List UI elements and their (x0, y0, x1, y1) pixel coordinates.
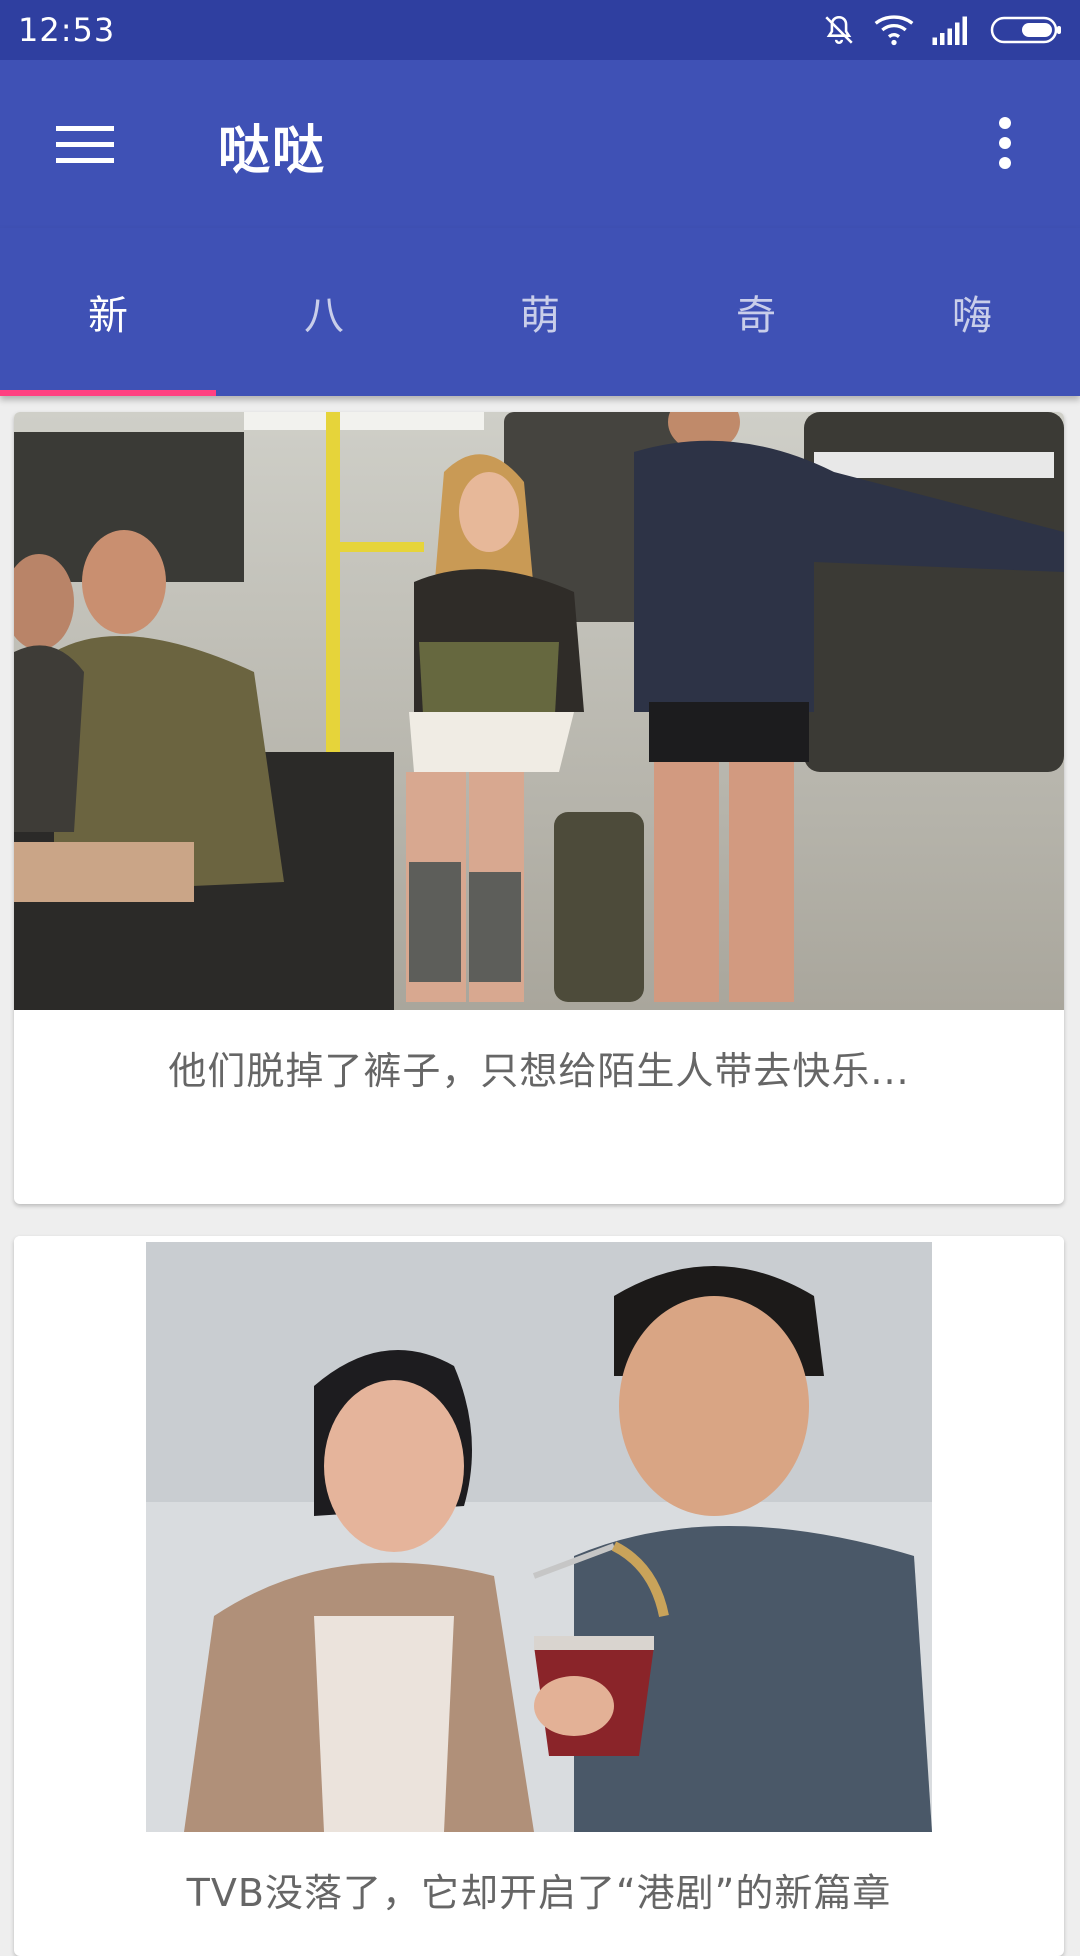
article-caption[interactable]: 他们脱掉了裤子，只想给陌生人带去快乐... (14, 1040, 1064, 1095)
tab-label: 萌 (520, 293, 560, 339)
mute-bell-icon (825, 15, 853, 44)
tab-label: 奇 (736, 293, 776, 339)
article-image-subway (14, 412, 1064, 1010)
app-title: 哒哒 (218, 121, 327, 181)
menu-button[interactable] (40, 110, 130, 180)
feed-card[interactable]: 他们脱掉了裤子，只想给陌生人带去快乐... (14, 412, 1064, 1204)
tab-odd[interactable]: 奇 (648, 228, 864, 396)
app-bar: 哒哒 (0, 60, 1080, 228)
status-bar: 12:53 (0, 0, 1080, 60)
feed-card[interactable]: TVB没落了，它却开启了“港剧”的新篇章 (14, 1236, 1064, 1956)
category-tabs: 新 八 萌 奇 嗨 (0, 228, 1080, 396)
tab-cute[interactable]: 萌 (432, 228, 648, 396)
status-icons (822, 13, 1062, 47)
tab-label: 新 (88, 293, 128, 339)
tab-gossip[interactable]: 八 (216, 228, 432, 396)
tab-label: 嗨 (952, 293, 992, 339)
tab-new[interactable]: 新 (0, 228, 216, 396)
status-time: 12:53 (18, 11, 116, 49)
wifi-icon (874, 15, 914, 46)
tab-indicator (0, 390, 216, 396)
more-vertical-icon (999, 117, 1011, 169)
tab-fun[interactable]: 嗨 (864, 228, 1080, 396)
signal-icon (932, 16, 967, 45)
article-caption[interactable]: TVB没落了，它却开启了“港剧”的新篇章 (14, 1862, 1064, 1917)
more-options-button[interactable] (970, 108, 1040, 178)
battery-icon (990, 16, 1061, 44)
tab-label: 八 (304, 293, 344, 339)
article-image-tvb (14, 1236, 1064, 1836)
hamburger-menu-icon (56, 126, 114, 163)
